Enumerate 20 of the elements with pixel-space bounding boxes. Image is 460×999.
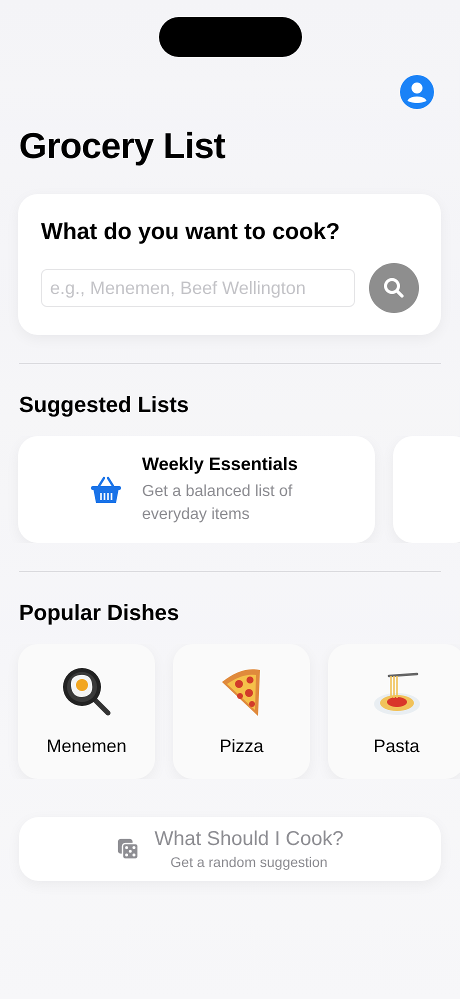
list-title: Weekly Essentials (142, 454, 299, 474)
search-button[interactable] (369, 263, 419, 313)
dice-icon (116, 838, 138, 860)
suggested-list-card[interactable]: Weekly Essentials Get a balanced list of everyday items (18, 436, 375, 543)
dish-name: Pizza (219, 736, 264, 757)
search-heading: What do you want to cook? (41, 218, 341, 245)
section-heading: Popular Dishes (19, 600, 180, 626)
basket-icon (90, 474, 122, 504)
dish-name: Menemen (46, 736, 127, 757)
dish-card[interactable]: Pizza (173, 644, 310, 779)
section-heading: Suggested Lists (19, 392, 190, 418)
dish-card[interactable]: Menemen (18, 644, 155, 779)
dish-name: Pasta (373, 736, 420, 757)
frying-pan-egg-icon (60, 666, 112, 718)
list-description: Get a balanced list of everyday items (142, 482, 294, 524)
profile-icon[interactable] (400, 75, 434, 109)
page-title: Grocery List (19, 125, 226, 167)
dish-card[interactable]: Pasta (328, 644, 460, 779)
search-icon (383, 277, 405, 299)
search-field[interactable]: e.g., Menemen, Beef Wellington (41, 269, 355, 307)
